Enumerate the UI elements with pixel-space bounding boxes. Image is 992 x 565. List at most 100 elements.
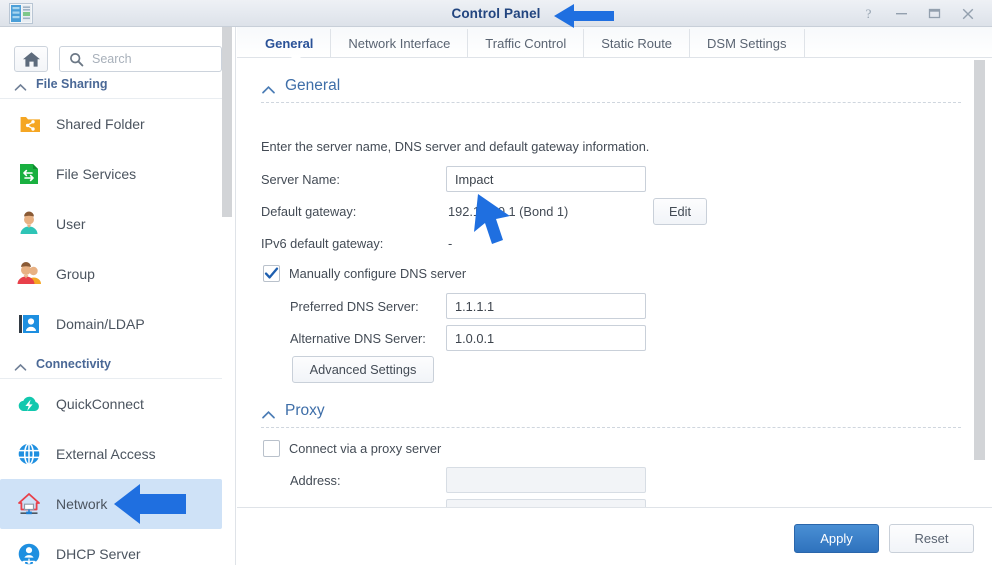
default-gateway-label: Default gateway:	[261, 204, 357, 219]
sidebar-item-dhcp-server[interactable]: DHCP Server	[0, 529, 222, 565]
content-scrollbar[interactable]	[974, 58, 985, 533]
content-scrollbar-thumb[interactable]	[974, 60, 985, 460]
minimize-icon	[896, 13, 907, 15]
sidebar-item-external-access[interactable]: External Access	[0, 429, 222, 479]
sidebar-item-label: Group	[56, 266, 95, 282]
section-header-proxy[interactable]: Proxy	[261, 402, 325, 420]
tab-label: DSM Settings	[707, 35, 787, 51]
sidebar-item-label: File Services	[56, 166, 137, 182]
search-input[interactable]	[90, 47, 218, 71]
minimize-button[interactable]	[885, 0, 918, 27]
home-icon	[22, 51, 40, 67]
edit-gateway-button[interactable]: Edit	[653, 198, 707, 225]
manual-dns-checkbox[interactable]	[263, 265, 280, 282]
manual-dns-label: Manually configure DNS server	[289, 266, 467, 281]
tab-static-route[interactable]: Static Route	[584, 29, 691, 57]
apply-button[interactable]: Apply	[794, 524, 879, 553]
sidebar-item-label: Shared Folder	[56, 116, 145, 132]
section-divider	[261, 427, 961, 428]
window-title: Control Panel	[451, 6, 541, 21]
shared-folder-icon	[15, 110, 43, 138]
sidebar-item-label: User	[56, 216, 86, 232]
tab-label: Network Interface	[348, 35, 451, 51]
close-button[interactable]	[951, 0, 984, 27]
sidebar-item-user[interactable]: User	[0, 199, 222, 249]
chevron-up-icon	[14, 79, 27, 91]
close-icon	[962, 8, 973, 19]
sidebar-item-shared-folder[interactable]: Shared Folder	[0, 99, 222, 149]
sidebar-item-label: Network	[56, 496, 108, 512]
sidebar-item-label: QuickConnect	[56, 396, 144, 412]
apply-button-label: Apply	[820, 531, 853, 546]
file-services-icon	[15, 160, 43, 188]
group-icon	[15, 260, 43, 288]
preferred-dns-input[interactable]	[446, 293, 646, 319]
edit-button-label: Edit	[668, 204, 692, 219]
sidebar-item-quickconnect[interactable]: QuickConnect	[0, 379, 222, 429]
section-title: Proxy	[285, 402, 325, 419]
ipv6-gateway-value: -	[448, 236, 453, 251]
external-access-icon	[15, 440, 43, 468]
chevron-up-icon	[261, 82, 275, 93]
question-mark-icon: ?	[865, 6, 872, 21]
tab-label: Traffic Control	[485, 35, 567, 51]
proxy-address-input[interactable]	[446, 467, 646, 493]
tab-network-interface[interactable]: Network Interface	[331, 29, 469, 57]
sidebar-group-label: File Sharing	[36, 76, 108, 91]
help-button[interactable]: ?	[852, 0, 885, 27]
maximize-button[interactable]	[918, 0, 951, 27]
advanced-settings-label: Advanced Settings	[309, 362, 417, 377]
server-name-input[interactable]	[446, 166, 646, 192]
sidebar: File Sharing Shared Folder	[0, 27, 236, 565]
checkmark-icon	[264, 267, 279, 279]
chevron-up-icon	[14, 359, 27, 371]
reset-button-label: Reset	[914, 531, 949, 546]
user-icon	[15, 210, 43, 238]
proxy-address-label: Address:	[290, 473, 341, 488]
reset-button[interactable]: Reset	[889, 524, 974, 553]
section-title: General	[285, 77, 341, 94]
sidebar-scrollbar[interactable]	[222, 27, 232, 523]
tab-bar: General Network Interface Traffic Contro…	[237, 27, 992, 57]
main-panel: General Network Interface Traffic Contro…	[237, 27, 992, 565]
server-name-label: Server Name:	[261, 172, 340, 187]
sidebar-group-label: Connectivity	[36, 356, 112, 371]
sidebar-item-domain-ldap[interactable]: Domain/LDAP	[0, 299, 222, 349]
sidebar-item-label: Domain/LDAP	[56, 316, 145, 332]
dns-advanced-settings-button[interactable]: Advanced Settings	[292, 356, 434, 383]
general-description: Enter the server name, DNS server and de…	[261, 139, 650, 154]
tab-label: General	[265, 35, 314, 51]
window-controls: ?	[852, 0, 984, 27]
alternative-dns-input[interactable]	[446, 325, 646, 351]
sidebar-item-label: DHCP Server	[56, 546, 141, 562]
sidebar-group-file-sharing[interactable]: File Sharing	[0, 69, 222, 99]
section-header-general[interactable]: General	[261, 77, 340, 95]
quickconnect-icon	[15, 390, 43, 418]
dhcp-server-icon	[15, 540, 43, 565]
sidebar-item-label: External Access	[56, 446, 156, 462]
proxy-checkbox[interactable]	[263, 440, 280, 457]
tab-dsm-settings[interactable]: DSM Settings	[690, 29, 805, 57]
tab-traffic-control[interactable]: Traffic Control	[468, 29, 585, 57]
sidebar-item-file-services[interactable]: File Services	[0, 149, 222, 199]
sidebar-scrollbar-thumb[interactable]	[222, 27, 232, 217]
proxy-checkbox-label: Connect via a proxy server	[289, 441, 442, 456]
window-titlebar: Control Panel ?	[0, 0, 992, 27]
domain-ldap-icon	[15, 310, 43, 338]
maximize-icon	[928, 8, 941, 19]
ipv6-gateway-label: IPv6 default gateway:	[261, 236, 384, 251]
network-icon	[15, 490, 43, 518]
tab-general[interactable]: General	[254, 29, 332, 57]
section-divider	[261, 102, 961, 103]
preferred-dns-label: Preferred DNS Server:	[290, 299, 419, 314]
sidebar-item-group[interactable]: Group	[0, 249, 222, 299]
sidebar-scroll-area: File Sharing Shared Folder File Services…	[0, 69, 235, 565]
tab-label: Static Route	[601, 35, 673, 51]
sidebar-item-network[interactable]: Network	[0, 479, 222, 529]
chevron-up-icon	[261, 407, 275, 418]
settings-content: General Enter the server name, DNS serve…	[237, 58, 992, 533]
sidebar-toolbar	[0, 27, 235, 72]
alternative-dns-label: Alternative DNS Server:	[290, 331, 426, 346]
sidebar-group-connectivity[interactable]: Connectivity	[0, 349, 222, 379]
control-panel-window: Control Panel ? Search File Sharing Shar…	[0, 0, 992, 565]
